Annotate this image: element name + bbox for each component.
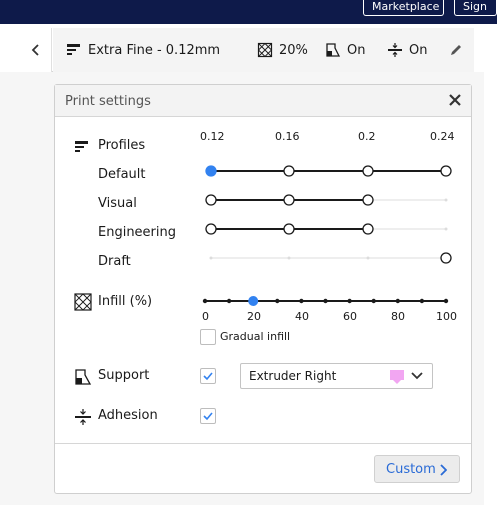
infill-step-100 <box>443 298 449 304</box>
profile-option-visual-0.2[interactable] <box>362 194 374 206</box>
infill-step-80 <box>395 298 400 304</box>
profile-placeholder-draft-0.2 <box>366 256 370 260</box>
profile-option-draft-0.24[interactable] <box>440 252 452 264</box>
profile-option-engineering-0.2[interactable] <box>362 223 374 235</box>
profile-option-default-0.16[interactable] <box>283 165 295 177</box>
infill-step-90 <box>419 298 425 304</box>
infill-slider-handle[interactable] <box>248 296 259 306</box>
slider-layer <box>202 165 452 306</box>
infill-step-50 <box>323 298 328 304</box>
infill-step-0 <box>202 298 208 304</box>
profile-option-default-0.24[interactable] <box>440 165 452 177</box>
profile-option-engineering-0.12[interactable] <box>205 223 217 235</box>
profile-option-visual-0.16[interactable] <box>283 194 295 206</box>
profile-option-default-0.2[interactable] <box>362 165 374 177</box>
infill-step-40 <box>299 298 304 304</box>
profile-option-visual-0.12[interactable] <box>205 194 217 206</box>
profile-placeholder-draft-0.12 <box>209 256 213 260</box>
infill-step-70 <box>371 298 376 304</box>
profile-placeholder-visual-0.24 <box>444 198 448 202</box>
infill-step-10 <box>226 298 232 304</box>
profile-option-engineering-0.16[interactable] <box>283 223 295 235</box>
infill-step-30 <box>275 298 280 304</box>
profile-placeholder-draft-0.16 <box>287 256 291 260</box>
profile-option-default-0.12[interactable] <box>205 165 217 177</box>
profile-placeholder-engineering-0.24 <box>444 227 448 231</box>
infill-step-60 <box>347 298 352 304</box>
